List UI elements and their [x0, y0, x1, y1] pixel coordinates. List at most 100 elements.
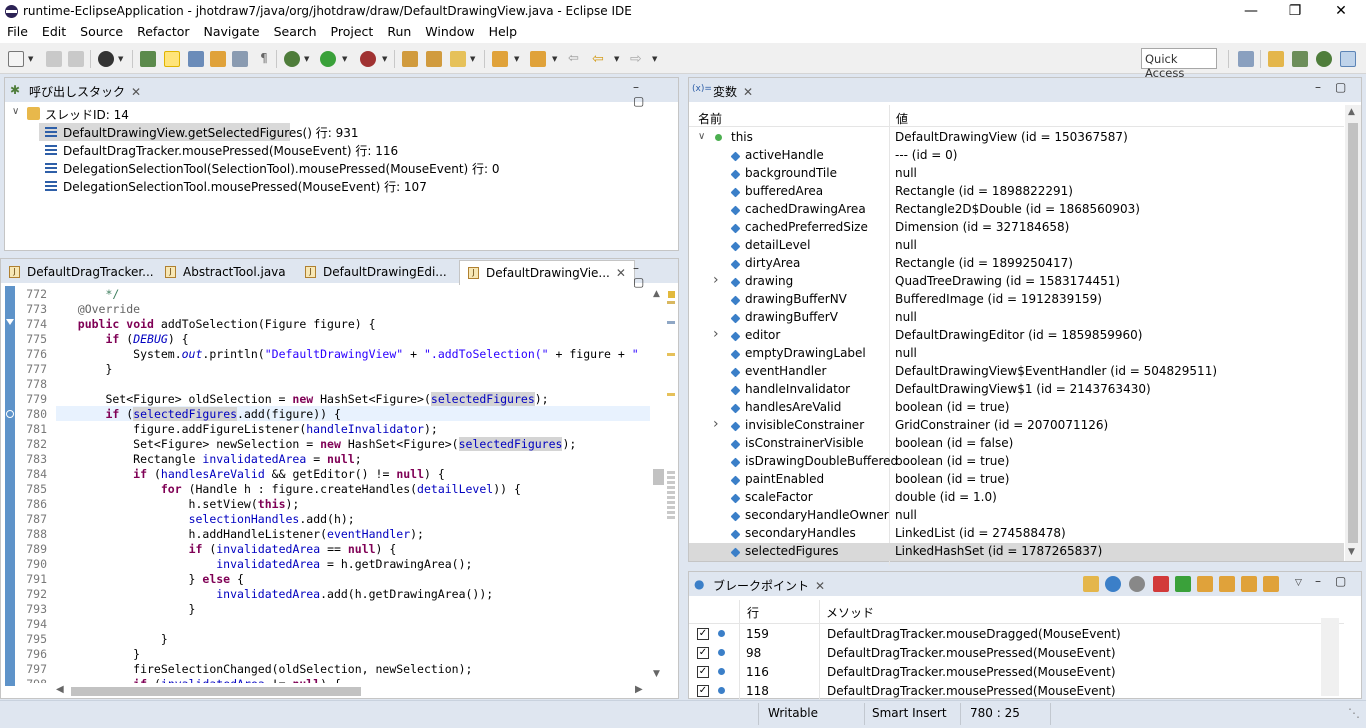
show-whitespace-icon[interactable] — [232, 51, 248, 67]
variables-scroll-thumb[interactable] — [1348, 123, 1358, 543]
resource-perspective-icon[interactable] — [1268, 51, 1284, 67]
code-line[interactable]: 791 } else { — [1, 572, 649, 587]
back-icon[interactable]: ⇦ — [592, 51, 608, 67]
chevron-down-icon[interactable]: ∨ — [698, 131, 705, 142]
back-dropdown-icon[interactable]: ▼ — [614, 55, 619, 63]
menu-source[interactable]: Source — [73, 23, 130, 39]
variable-row[interactable]: drawingBufferNV BufferedImage (id = 19128… — [689, 291, 1344, 309]
breakpoint-checkbox[interactable]: ✓ — [697, 685, 709, 697]
editor-tab[interactable]: J DefaultDragTracker... — [1, 260, 162, 284]
code-line[interactable]: 774 public void addToSelection(Figure fi… — [1, 317, 649, 332]
forward-dropdown-icon[interactable]: ▼ — [652, 55, 657, 63]
code-line[interactable]: 795 } — [1, 632, 649, 647]
stack-frame[interactable]: DefaultDragTracker.mousePressed(MouseEve… — [5, 141, 678, 159]
breakpoint-checkbox[interactable]: ✓ — [697, 628, 709, 640]
code-line[interactable]: 798 if (invalidatedArea != null) { — [1, 677, 649, 683]
previous-annotation-dropdown-icon[interactable]: ▼ — [552, 55, 557, 63]
menu-navigate[interactable]: Navigate — [197, 23, 267, 39]
expand-all-icon[interactable] — [1197, 576, 1213, 592]
menu-run[interactable]: Run — [380, 23, 418, 39]
open-perspective-icon[interactable] — [1238, 51, 1254, 67]
variable-row[interactable]: eventHandler DefaultDrawingView$EventHand… — [689, 363, 1344, 381]
stack-frame[interactable]: DelegationSelectionTool(SelectionTool).m… — [5, 159, 678, 177]
code-line[interactable]: 797 fireSelectionChanged(oldSelection, n… — [1, 662, 649, 677]
search-dropdown-icon[interactable]: ▼ — [470, 55, 475, 63]
variable-row[interactable]: › drawing QuadTreeDrawing (id = 1583174451… — [689, 272, 1344, 291]
variable-row[interactable]: backgroundTile null — [689, 165, 1344, 183]
last-edit-icon[interactable]: ⇦ — [568, 51, 584, 67]
code-line[interactable]: 781 figure.addFigureListener(handleInval… — [1, 422, 649, 437]
debug-icon[interactable] — [284, 51, 300, 67]
breakpoint-row[interactable]: ✓ 118 DefaultDragTracker.mousePressed(Mous… — [689, 682, 1320, 698]
vertical-scrollbar[interactable]: ▲ ▼ — [651, 287, 665, 683]
code-line[interactable]: 784 if (handlesAreValid && getEditor() !… — [1, 467, 649, 482]
new-icon[interactable] — [8, 51, 24, 67]
debug-dropdown-icon[interactable]: ▼ — [304, 55, 309, 63]
skip-all-icon[interactable] — [1263, 576, 1279, 592]
code-area[interactable]: 772 */773 @Override 774 public void addTo… — [1, 287, 649, 683]
code-line[interactable]: 778 — [1, 377, 649, 392]
minimize-button[interactable]: — — [1228, 0, 1274, 23]
external-tools-icon[interactable] — [360, 51, 376, 67]
breakpoint-checkbox[interactable]: ✓ — [697, 647, 709, 659]
code-line[interactable]: 794 — [1, 617, 649, 632]
previous-annotation-icon[interactable] — [530, 51, 546, 67]
column-method[interactable]: メソッド — [826, 604, 874, 621]
column-name[interactable]: 名前 — [698, 110, 722, 127]
code-line[interactable]: 776 System.out.println("DefaultDrawingVi… — [1, 347, 649, 362]
chevron-right-icon[interactable]: › — [713, 416, 719, 432]
code-line[interactable]: 787 selectionHandles.add(h); — [1, 512, 649, 527]
variable-row[interactable]: emptyDrawingLabel null — [689, 345, 1344, 363]
code-line[interactable]: 790 invalidatedArea = h.getDrawingArea()… — [1, 557, 649, 572]
code-line[interactable]: 783 Rectangle invalidatedArea = null; — [1, 452, 649, 467]
code-line[interactable]: 792 invalidatedArea.add(h.getDrawingArea… — [1, 587, 649, 602]
column-value[interactable]: 値 — [896, 110, 908, 127]
code-line[interactable]: 796 } — [1, 647, 649, 662]
paragraph-icon[interactable]: ¶ — [256, 51, 272, 67]
save-all-icon[interactable] — [68, 51, 84, 67]
tab-variables[interactable]: (x)= 変数 ✕ — [689, 78, 761, 102]
menu-refactor[interactable]: Refactor — [130, 23, 196, 39]
menu-edit[interactable]: Edit — [35, 23, 73, 39]
view-min-max-icon[interactable]: –▢ — [633, 80, 678, 108]
view-min-max-icon[interactable]: –▢ — [1315, 574, 1360, 588]
editor-tab[interactable]: J DefaultDrawingVie... ✕ — [459, 260, 635, 285]
debug-perspective-icon[interactable] — [1316, 51, 1332, 67]
menu-window[interactable]: Window — [418, 23, 481, 39]
code-line[interactable]: 782 Set<Figure> newSelection = new HashS… — [1, 437, 649, 452]
chevron-right-icon[interactable]: › — [713, 272, 719, 288]
menu-file[interactable]: File — [0, 23, 35, 39]
tab-callstack[interactable]: ✱ 呼び出しスタック ✕ — [5, 78, 149, 102]
editor-min-max-icon[interactable]: –▢ — [633, 261, 678, 289]
variable-row[interactable]: cachedPreferredSize Dimension (id = 32718… — [689, 219, 1344, 237]
user-icon[interactable] — [98, 51, 114, 67]
block-selection-icon[interactable] — [188, 51, 204, 67]
code-line[interactable]: 788 h.addHandleListener(eventHandler); — [1, 527, 649, 542]
variable-row[interactable]: paintEnabled boolean (id = true) — [689, 471, 1344, 489]
next-annotation-dropdown-icon[interactable]: ▼ — [514, 55, 519, 63]
java-perspective-icon[interactable] — [1292, 51, 1308, 67]
variable-row[interactable]: bufferedArea Rectangle (id = 1898822291) — [689, 183, 1344, 201]
toggle-breakpoint-icon[interactable] — [140, 51, 156, 67]
breakpoint-checkbox[interactable]: ✓ — [697, 666, 709, 678]
code-line[interactable]: 780 if (selectedFigures.add(figure)) { — [1, 407, 649, 422]
variable-row[interactable]: secondaryHandleOwner null — [689, 507, 1344, 525]
variable-row[interactable]: ∨ this DefaultDrawingView (id = 150367587) — [689, 129, 1344, 147]
horizontal-scrollbar[interactable]: ◀ ▶ — [53, 684, 649, 698]
breakpoints-scrollbar[interactable] — [1321, 618, 1339, 696]
layout-perspective-icon[interactable] — [1340, 51, 1356, 67]
code-line[interactable]: 785 for (Handle h : figure.createHandles… — [1, 482, 649, 497]
user-dropdown-icon[interactable]: ▼ — [118, 55, 123, 63]
breakpoint-row[interactable]: ✓ 98 DefaultDragTracker.mousePressed(Mouse… — [689, 644, 1320, 662]
column-line[interactable]: 行 — [747, 604, 759, 621]
variable-row[interactable]: › editor DefaultDrawingEditor (id = 185985… — [689, 326, 1344, 345]
code-line[interactable]: 777 } — [1, 362, 649, 377]
variable-row[interactable]: detailLevel null — [689, 237, 1344, 255]
next-annotation-down-icon[interactable] — [492, 51, 508, 67]
close-icon[interactable]: ✕ — [815, 579, 825, 593]
code-line[interactable]: 775 if (DEBUG) { — [1, 332, 649, 347]
variable-row[interactable]: › invisibleConstrainer GridConstrainer (id… — [689, 416, 1344, 435]
save-icon[interactable] — [46, 51, 62, 67]
remove-breakpoint-icon[interactable] — [1153, 576, 1169, 592]
variable-row[interactable]: cachedDrawingArea Rectangle2D$Double (id … — [689, 201, 1344, 219]
